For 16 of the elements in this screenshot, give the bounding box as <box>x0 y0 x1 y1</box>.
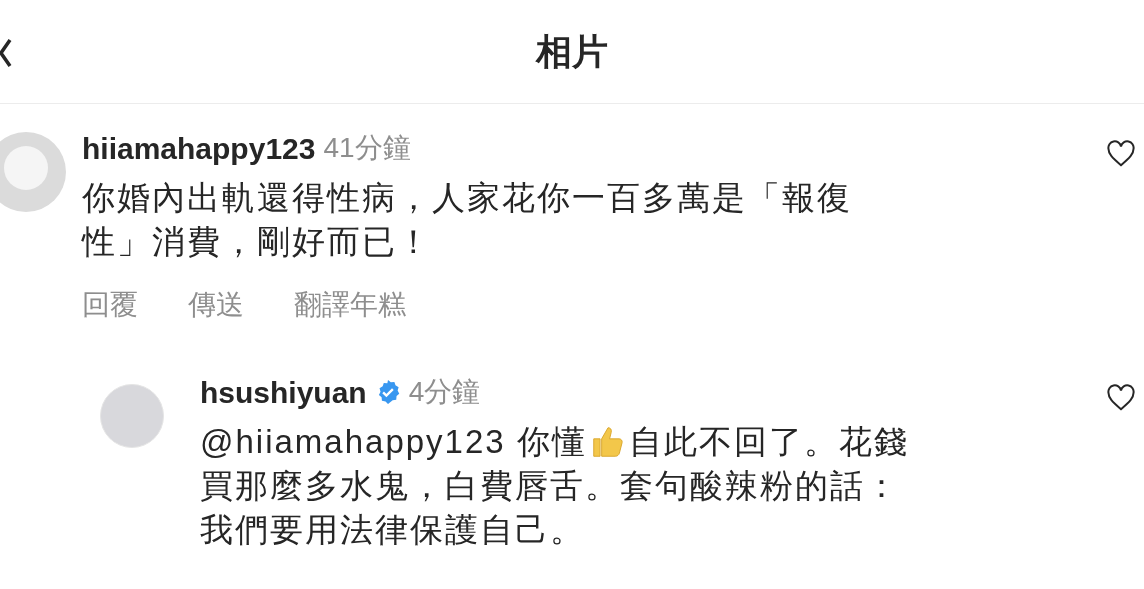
comment-action-link[interactable]: 回覆 <box>82 284 138 326</box>
comment-time: 4分鐘 <box>408 375 481 409</box>
comment-text: 性」消費，剛好而已！ <box>82 222 432 262</box>
username[interactable]: hsushiyuan <box>200 369 367 415</box>
heart-icon[interactable] <box>1106 140 1136 168</box>
heart-icon[interactable] <box>1106 384 1136 412</box>
username[interactable]: hiiamahappy123 <box>82 125 316 171</box>
comment-time: 41分鐘 <box>323 131 411 165</box>
comment-action-link[interactable]: 傳送 <box>188 284 244 326</box>
comment-text: 你婚內出軌還得性病，人家花你一百多萬是「報復 <box>82 178 852 218</box>
comment-text: 買那麼多水鬼，白費唇舌。套句酸辣粉的話： <box>200 466 900 506</box>
comment-action-link[interactable]: 翻譯年糕 <box>294 284 406 326</box>
page-title: 相片 <box>536 29 608 74</box>
comment-text: 我們要用法律保護自己。 <box>200 510 585 550</box>
comment-text: 自此不回了。花錢 <box>628 422 909 462</box>
comment-text: @hiiamahappy123 你懂 <box>200 422 587 462</box>
